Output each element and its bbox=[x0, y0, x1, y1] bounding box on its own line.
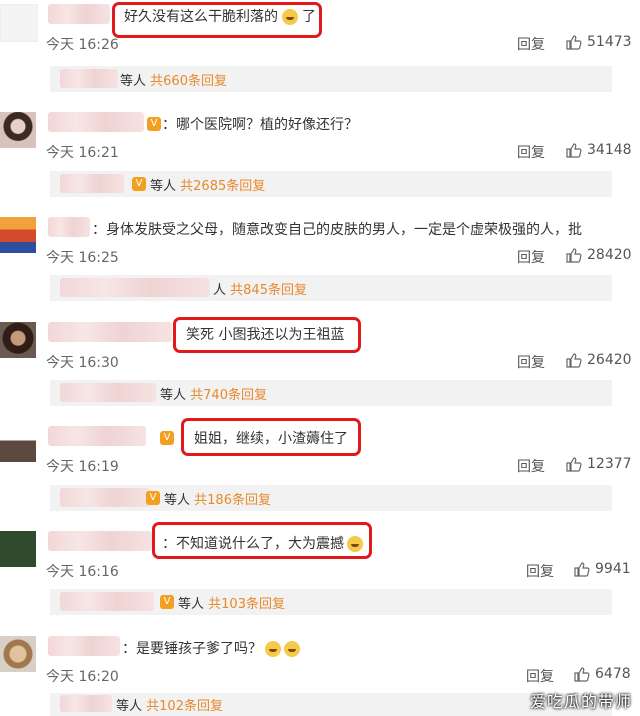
comment-text: ：身体发肤受之父母，随意改变自己的皮肤的男人，一定是个虚荣极强的人，批 bbox=[92, 222, 582, 238]
reply-button[interactable]: 回复 bbox=[517, 34, 545, 54]
username-blurred[interactable] bbox=[48, 112, 144, 132]
dengren-label: 人 bbox=[213, 283, 227, 298]
thumbs-up-icon bbox=[566, 456, 582, 472]
total-replies-link[interactable]: 共740条回复 bbox=[190, 388, 267, 403]
like-button[interactable]: 28420 bbox=[566, 247, 632, 263]
comment-time: 今天 16:19 bbox=[46, 459, 119, 475]
vip-badge-icon: V bbox=[132, 177, 146, 191]
like-count: 51473 bbox=[587, 34, 632, 50]
comment-time: 今天 16:25 bbox=[46, 250, 119, 266]
replier-names-blurred bbox=[60, 69, 118, 88]
like-count: 6478 bbox=[595, 666, 631, 682]
total-replies-link[interactable]: 共660条回复 bbox=[150, 74, 227, 89]
reply-summary-6[interactable]: V 等人 共103条回复 bbox=[50, 589, 612, 615]
avatar[interactable] bbox=[0, 426, 36, 462]
dengren-label: 等人 bbox=[178, 597, 205, 612]
username-blurred[interactable] bbox=[48, 531, 152, 551]
reply-summary-3[interactable]: 人 共845条回复 bbox=[50, 275, 612, 301]
avatar[interactable] bbox=[0, 217, 36, 253]
dengren-label: 等人 bbox=[120, 74, 147, 89]
avatar[interactable] bbox=[0, 322, 36, 358]
replier-names-blurred bbox=[60, 592, 154, 611]
comment-time: 今天 16:21 bbox=[46, 145, 119, 161]
avatar[interactable] bbox=[0, 112, 36, 148]
like-count: 28420 bbox=[587, 247, 632, 263]
replier-names-blurred bbox=[60, 278, 210, 297]
like-count: 12377 bbox=[587, 456, 632, 472]
replier-names-blurred bbox=[60, 174, 124, 193]
thumbs-up-icon bbox=[566, 34, 582, 50]
total-replies-link[interactable]: 共186条回复 bbox=[194, 493, 271, 508]
like-button[interactable]: 12377 bbox=[566, 456, 632, 472]
like-button[interactable]: 9941 bbox=[574, 561, 631, 577]
laughing-emoji-icon bbox=[265, 641, 281, 657]
dengren-label: 等人 bbox=[164, 493, 191, 508]
dengren-label: 等人 bbox=[116, 699, 143, 714]
username-blurred[interactable] bbox=[48, 636, 120, 656]
comment-text: ：哪个医院啊？植的好像还行？ bbox=[162, 117, 358, 133]
dengren-label: 等人 bbox=[150, 179, 177, 194]
vip-badge-icon: V bbox=[147, 117, 161, 131]
thumbs-up-icon bbox=[566, 247, 582, 263]
total-replies-link[interactable]: 共102条回复 bbox=[146, 699, 223, 714]
comment-time: 今天 16:26 bbox=[46, 37, 119, 53]
reply-button[interactable]: 回复 bbox=[517, 456, 545, 476]
avatar[interactable] bbox=[0, 636, 36, 672]
username-blurred[interactable] bbox=[48, 322, 172, 342]
like-count: 9941 bbox=[595, 561, 631, 577]
highlight-box bbox=[181, 418, 361, 456]
laughing-emoji-icon bbox=[284, 641, 300, 657]
reply-button[interactable]: 回复 bbox=[526, 666, 554, 686]
reply-button[interactable]: 回复 bbox=[526, 561, 554, 581]
thumbs-up-icon bbox=[574, 561, 590, 577]
reply-summary-4[interactable]: 等人 共740条回复 bbox=[50, 380, 612, 406]
replier-names-blurred bbox=[60, 383, 156, 402]
comment-time: 今天 16:16 bbox=[46, 564, 119, 580]
like-count: 26420 bbox=[587, 352, 632, 368]
vip-badge-icon: V bbox=[160, 595, 174, 609]
thumbs-up-icon bbox=[566, 352, 582, 368]
thumbs-up-icon bbox=[566, 142, 582, 158]
like-count: 34148 bbox=[587, 142, 632, 158]
reply-button[interactable]: 回复 bbox=[517, 247, 545, 267]
avatar[interactable] bbox=[0, 4, 38, 42]
dengren-label: 等人 bbox=[160, 388, 187, 403]
reply-button[interactable]: 回复 bbox=[517, 352, 545, 372]
vip-badge-icon: V bbox=[160, 431, 174, 445]
comment-2: V ：哪个医院啊？植的好像还行？ 今天 16:21 回复 34148 bbox=[0, 112, 640, 170]
reply-button[interactable]: 回复 bbox=[517, 142, 545, 162]
vip-badge-icon: V bbox=[146, 491, 160, 505]
username-blurred[interactable] bbox=[48, 217, 90, 237]
username-blurred[interactable] bbox=[48, 426, 146, 446]
like-button[interactable]: 6478 bbox=[574, 666, 631, 682]
highlight-box bbox=[112, 2, 322, 38]
like-button[interactable]: 26420 bbox=[566, 352, 632, 368]
replier-names-blurred bbox=[60, 488, 150, 507]
total-replies-link[interactable]: 共103条回复 bbox=[208, 597, 285, 612]
replier-names-blurred bbox=[60, 695, 112, 712]
highlight-box bbox=[173, 317, 361, 353]
reply-summary-2[interactable]: V 等人 共2685条回复 bbox=[50, 171, 612, 197]
reply-summary-1[interactable]: 等人 共660条回复 bbox=[50, 66, 612, 92]
highlight-box bbox=[152, 522, 372, 559]
total-replies-link[interactable]: 共2685条回复 bbox=[180, 179, 265, 194]
username-blurred[interactable] bbox=[48, 4, 110, 24]
reply-summary-7[interactable]: 等人 共102条回复 bbox=[50, 693, 612, 716]
total-replies-link[interactable]: 共845条回复 bbox=[230, 283, 307, 298]
avatar[interactable] bbox=[0, 531, 36, 567]
like-button[interactable]: 51473 bbox=[566, 34, 632, 50]
watermark: 爱吃瓜的带师 bbox=[529, 692, 632, 711]
like-button[interactable]: 34148 bbox=[566, 142, 632, 158]
comment-3: ：身体发肤受之父母，随意改变自己的皮肤的男人，一定是个虚荣极强的人，批 今天 1… bbox=[0, 217, 640, 275]
comment-7: ：是要锤孩子爹了吗？ 今天 16:20 回复 6478 bbox=[0, 636, 640, 694]
comment-time: 今天 16:30 bbox=[46, 355, 119, 371]
comment-time: 今天 16:20 bbox=[46, 669, 119, 685]
comment-text: ：是要锤孩子爹了吗？ bbox=[122, 638, 300, 658]
reply-summary-5[interactable]: V 等人 共186条回复 bbox=[50, 485, 612, 511]
thumbs-up-icon bbox=[574, 666, 590, 682]
